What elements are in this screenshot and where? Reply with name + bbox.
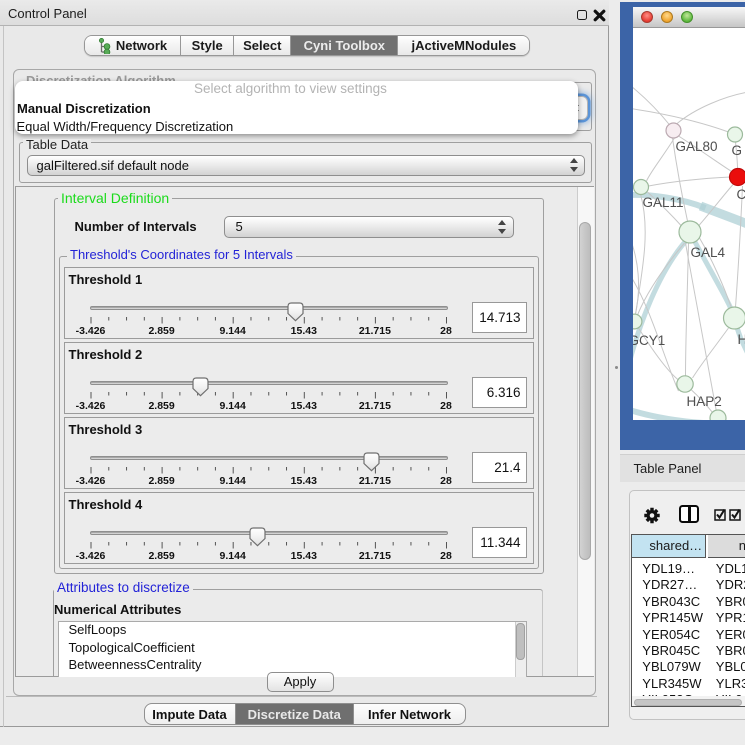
svg-text:C: C	[736, 187, 745, 202]
svg-text:GCY1: GCY1	[633, 333, 665, 348]
svg-text:GAL11: GAL11	[642, 195, 683, 210]
svg-text:HAP2: HAP2	[686, 394, 721, 409]
svg-text:GAL80: GAL80	[675, 139, 717, 154]
svg-text:GAL4: GAL4	[690, 245, 725, 260]
svg-text:G: G	[731, 143, 742, 158]
svg-text:H: H	[737, 332, 745, 347]
